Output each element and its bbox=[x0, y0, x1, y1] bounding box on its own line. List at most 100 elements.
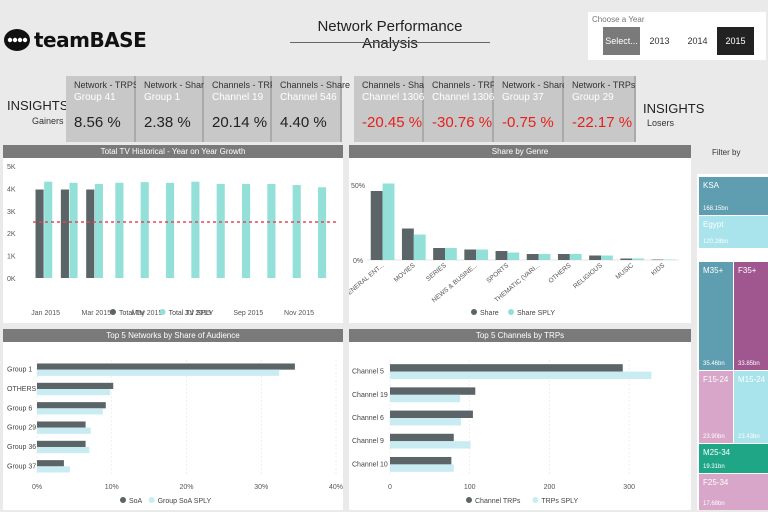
kpi-value: 4.40 % bbox=[280, 114, 327, 131]
tile-value: 33.85bn bbox=[738, 361, 760, 367]
kpi-card-gainer: Network - TRPS Group 41 8.56 % bbox=[66, 76, 139, 142]
tile-name: Egypt bbox=[703, 220, 724, 229]
bar bbox=[37, 460, 64, 467]
year-option-2015[interactable]: 2015 bbox=[717, 27, 754, 55]
kpi-title: Channels - TRPs bbox=[432, 80, 501, 90]
y-tick-label: Group 29 bbox=[7, 425, 36, 432]
x-tick-label: MOVIES bbox=[393, 262, 417, 284]
tile-name: M25-34 bbox=[703, 448, 731, 457]
bar bbox=[318, 187, 327, 278]
bar bbox=[37, 402, 106, 409]
x-tick-label: Mar 2015 bbox=[82, 310, 112, 317]
bar bbox=[292, 185, 301, 278]
bar bbox=[94, 183, 103, 278]
x-tick-label: RELIGIOUS bbox=[572, 262, 604, 291]
insights-gainers-sub: Gainers bbox=[32, 116, 64, 126]
bar bbox=[242, 183, 251, 278]
bar bbox=[191, 181, 200, 278]
filter-tile-egypt[interactable]: Egypt 120.28bn bbox=[699, 216, 768, 248]
legend-label: Total TV SPLY bbox=[169, 310, 214, 317]
kpi-card-loser: Channels - Share Channel 1306 -20.45 % bbox=[354, 76, 432, 142]
tile-value: 35.46bn bbox=[703, 361, 725, 367]
chart-title: Top 5 Networks by Share of Audience bbox=[3, 329, 343, 342]
kpi-card-gainer: Channels - Share Channel 546 4.40 % bbox=[272, 76, 350, 142]
bar bbox=[464, 249, 477, 260]
logo-text: teamBASE bbox=[34, 28, 147, 52]
x-tick-label: 30% bbox=[254, 484, 268, 491]
tile-name: M15-24 bbox=[738, 375, 766, 384]
bar bbox=[632, 258, 645, 260]
y-tick-label: Group 6 bbox=[7, 405, 32, 412]
bar bbox=[390, 433, 454, 442]
bar bbox=[166, 182, 175, 278]
bar bbox=[390, 371, 652, 380]
filter-tile-f35[interactable]: F35+ 33.85bn bbox=[734, 262, 768, 370]
x-tick-label: 10% bbox=[105, 484, 119, 491]
kpi-card-gainer: Channels - TRPs Channel 19 20.14 % bbox=[204, 76, 280, 142]
y-tick-label: Channel 19 bbox=[352, 392, 388, 399]
tile-name: F25-34 bbox=[703, 478, 729, 487]
filter-title: Filter by bbox=[712, 148, 741, 157]
y-tick-label: OTHERS bbox=[7, 386, 37, 393]
bar bbox=[44, 181, 53, 278]
bar bbox=[620, 258, 633, 260]
y-tick-label: 2K bbox=[7, 231, 16, 238]
filter-tile-ksa[interactable]: KSA 168.15bn bbox=[699, 177, 768, 215]
filter-tile-f15-24[interactable]: F15-24 23.90bn bbox=[699, 371, 733, 443]
x-tick-label: 200 bbox=[544, 484, 556, 491]
filter-tile-m15-24[interactable]: M15-24 23.43bn bbox=[734, 371, 768, 443]
tile-value: 168.15bn bbox=[703, 206, 729, 212]
bar bbox=[370, 191, 383, 260]
bar bbox=[37, 389, 111, 396]
kpi-subject: Group 29 bbox=[572, 92, 614, 103]
bar bbox=[507, 252, 520, 260]
legend-label: Group SoA SPLY bbox=[158, 498, 212, 505]
filter-tile-m25-34[interactable]: M25-34 19.31bn bbox=[699, 444, 768, 473]
bar bbox=[37, 427, 91, 434]
kpi-subject: Channel 19 bbox=[212, 92, 264, 103]
total-tv-chart: 0K1K2K3K4K5KJan 2015 Mar 2015 May 2015 Jul … bbox=[7, 164, 337, 317]
legend-label: Total TV bbox=[119, 310, 145, 317]
kpi-subject: Group 1 bbox=[144, 92, 181, 103]
kpi-card-gainer: Network - Share Group 1 2.38 % bbox=[136, 76, 209, 142]
y-tick-label: Channel 5 bbox=[352, 369, 384, 376]
bar bbox=[390, 394, 461, 403]
x-tick-label: Jan 2015 bbox=[31, 310, 60, 317]
title-underline bbox=[290, 42, 490, 43]
x-tick-label: 20% bbox=[179, 484, 193, 491]
kpi-title: Channels - Share bbox=[362, 80, 433, 90]
kpi-value: 2.38 % bbox=[144, 114, 191, 131]
legend-marker bbox=[466, 497, 472, 503]
tile-name: F35+ bbox=[738, 266, 757, 275]
y-tick-label: 3K bbox=[7, 209, 16, 216]
legend-label: Share SPLY bbox=[517, 310, 555, 317]
top-channels-chart: 0 100 200 300 Channel 5 Channel 19 Channel 6 Ch… bbox=[352, 360, 652, 505]
tile-value: 23.90bn bbox=[703, 434, 725, 440]
year-option-2013[interactable]: 2013 bbox=[641, 27, 678, 55]
year-option-2014[interactable]: 2014 bbox=[679, 27, 716, 55]
bar bbox=[538, 254, 551, 260]
y-tick-label: Channel 6 bbox=[352, 415, 384, 422]
teambase-logo: teamBASE bbox=[4, 26, 147, 54]
bar bbox=[557, 254, 570, 260]
y-tick-label: Channel 10 bbox=[352, 461, 388, 468]
kpi-title: Network - Share bbox=[502, 80, 568, 90]
bar bbox=[413, 234, 426, 260]
kpi-subject: Channel 546 bbox=[280, 92, 337, 103]
tile-value: 19.31bn bbox=[703, 464, 725, 470]
legend-label: Channel TRPs bbox=[475, 498, 521, 505]
kpi-subject: Channel 1306 bbox=[362, 92, 425, 103]
filter-tile-f25-34[interactable]: F25-34 17.68bn bbox=[699, 474, 768, 510]
year-option-select[interactable]: Select... bbox=[603, 27, 640, 55]
filter-tile-m35[interactable]: M35+ 35.46bn bbox=[699, 262, 733, 370]
tile-name: M35+ bbox=[703, 266, 724, 275]
bar bbox=[390, 364, 623, 372]
kpi-title: Channels - Share bbox=[280, 80, 351, 90]
bar bbox=[390, 418, 461, 426]
share-by-genre-chart: 50%0%GENERAL ENT... MOVIES SERIESNEWS & BU… bbox=[349, 183, 679, 317]
bar bbox=[115, 182, 124, 278]
y-tick-label: Group 1 bbox=[7, 367, 32, 374]
kpi-card-loser: Network - TRPs Group 29 -22.17 % bbox=[564, 76, 636, 142]
bar bbox=[390, 456, 452, 465]
bar bbox=[37, 421, 86, 428]
